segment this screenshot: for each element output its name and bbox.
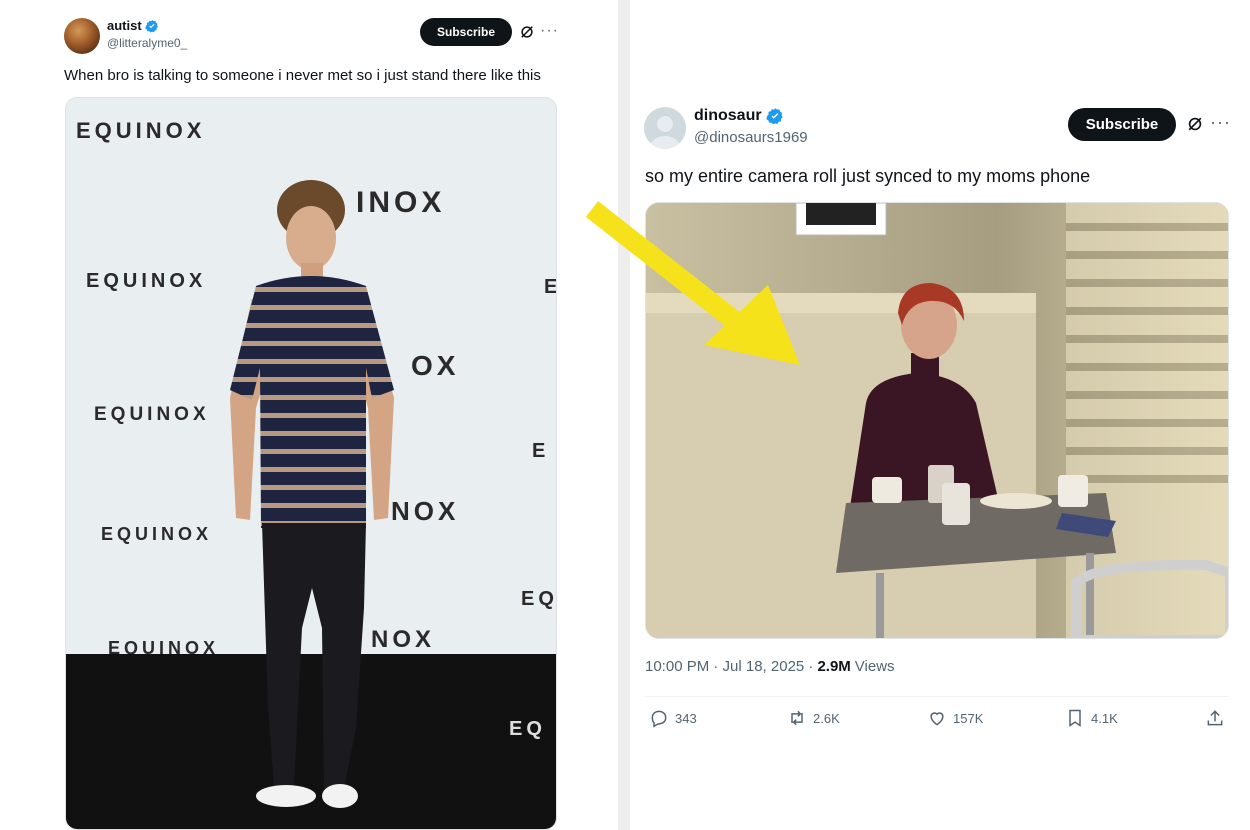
timestamp[interactable]: 10:00 PM · Jul 18, 2025 · — [645, 658, 813, 675]
subscribe-button[interactable]: Subscribe — [1068, 108, 1176, 141]
display-name-text[interactable]: autist — [107, 18, 142, 33]
signage-text: EQUINOX — [101, 524, 213, 544]
separator — [645, 696, 1229, 697]
verified-badge-icon — [765, 108, 783, 125]
handle[interactable]: @dinosaurs1969 — [694, 129, 808, 146]
share-button[interactable] — [1205, 708, 1225, 728]
reply-count: 343 — [675, 710, 697, 726]
views-count: 2.9M — [817, 658, 851, 675]
subscribe-button[interactable]: Subscribe — [420, 18, 512, 46]
more-icon[interactable]: ··· — [540, 22, 559, 40]
reply-button[interactable]: 343 — [649, 708, 697, 728]
reply-icon — [651, 710, 667, 728]
bookmark-count: 4.1K — [1091, 710, 1118, 726]
signage-text: EQ — [521, 588, 557, 610]
display-name[interactable]: dinosaur — [694, 107, 784, 125]
share-icon — [1207, 710, 1223, 726]
display-name[interactable]: autist — [107, 18, 159, 33]
display-name-text[interactable]: dinosaur — [694, 107, 762, 125]
handle[interactable]: @litteralyme0_ — [107, 36, 187, 50]
signage-text: EQUINOX — [76, 118, 206, 143]
bookmark-button[interactable]: 4.1K — [1065, 708, 1118, 728]
yellow-arrow-icon — [585, 201, 800, 365]
like-icon — [930, 712, 944, 726]
grok-icon[interactable] — [1185, 114, 1205, 134]
repost-button[interactable]: 2.6K — [787, 708, 840, 728]
like-button[interactable]: 157K — [927, 708, 983, 728]
signage-text: E — [544, 276, 556, 299]
repost-icon — [791, 710, 803, 726]
signage-text: EQ — [509, 718, 546, 740]
default-avatar-icon[interactable] — [644, 107, 686, 149]
right-tweet: dinosaur @dinosaurs1969 Subscribe ··· so… — [630, 0, 1250, 830]
left-tweet: autist @litteralyme0_ Subscribe ··· When… — [0, 0, 618, 830]
action-bar: 343 2.6K 157K 4.1K — [645, 708, 1229, 736]
repost-count: 2.6K — [813, 710, 840, 726]
grok-icon[interactable] — [518, 23, 536, 41]
signage-text: EQUINOX — [86, 270, 207, 292]
tweet-photo[interactable]: EQUINOX INOX EQUINOX E OX EQUINOX E NOX … — [65, 97, 557, 830]
screenshot-composite: autist @litteralyme0_ Subscribe ··· When… — [0, 0, 1250, 830]
more-icon[interactable]: ··· — [1210, 112, 1231, 133]
tweet-meta: 10:00 PM · Jul 18, 2025 · 2.9M Views — [645, 658, 895, 675]
verified-badge-icon — [144, 19, 158, 33]
avatar[interactable] — [64, 18, 100, 54]
tweet-text: When bro is talking to someone i never m… — [64, 67, 541, 84]
signage-text: E — [532, 440, 550, 462]
signage-text: OX — [411, 350, 460, 381]
like-count: 157K — [953, 710, 984, 726]
signage-text: EQUINOX — [94, 404, 210, 425]
standing-man-figure — [230, 180, 394, 808]
bookmark-icon — [1069, 709, 1081, 727]
panel-divider — [618, 0, 630, 830]
tweet-text: so my entire camera roll just synced to … — [645, 166, 1091, 186]
views-label: Views — [854, 658, 895, 675]
